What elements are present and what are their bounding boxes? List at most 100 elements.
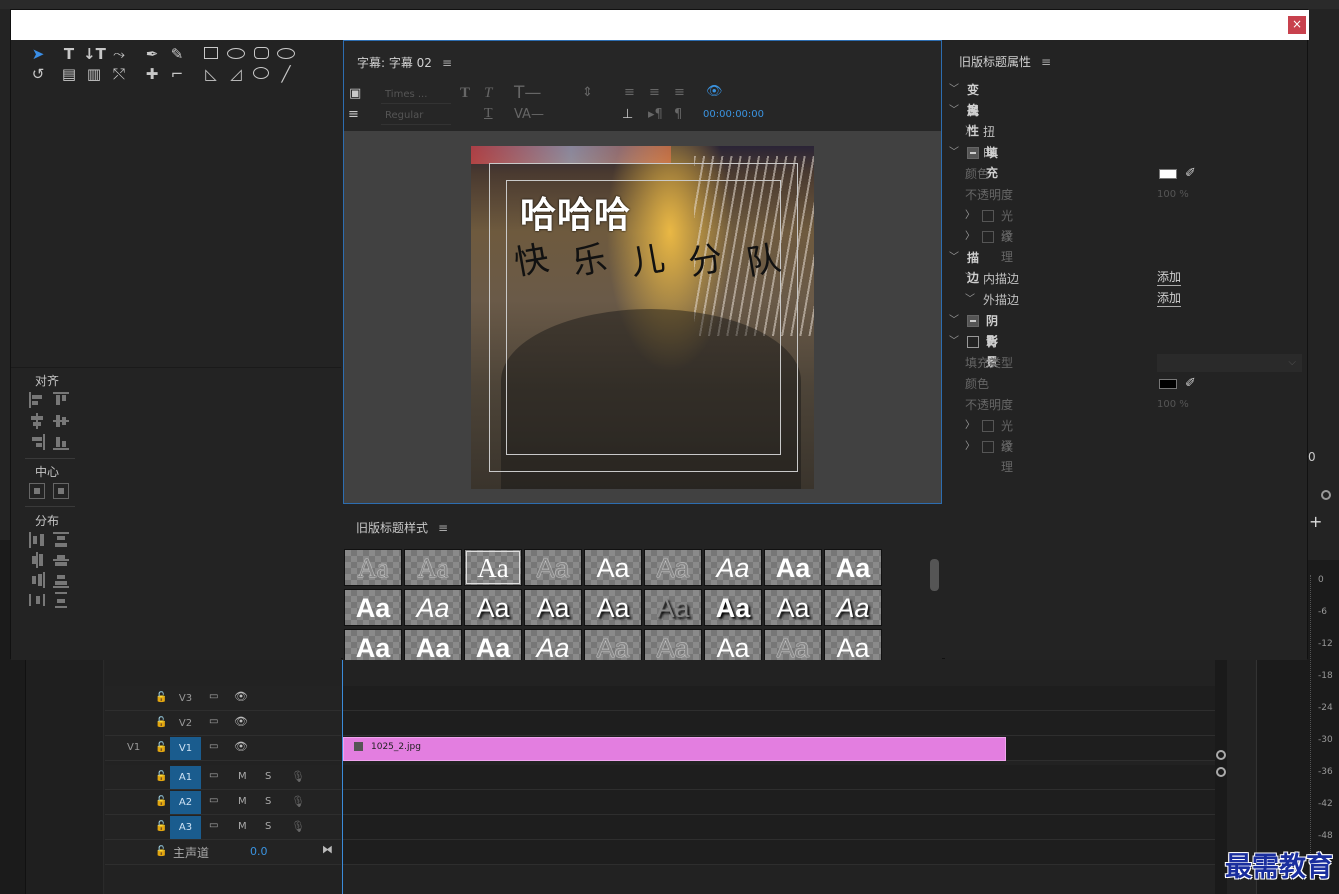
track-lane-v2[interactable] bbox=[342, 711, 1215, 736]
rotation-tool-icon[interactable]: ↺ bbox=[27, 64, 49, 84]
distribute-bottom-icon[interactable] bbox=[53, 572, 69, 588]
style-swatch[interactable]: Aa bbox=[344, 589, 402, 626]
style-swatch[interactable]: Aa bbox=[524, 589, 582, 626]
italic-icon[interactable]: T bbox=[484, 85, 492, 102]
lock-icon[interactable]: 🔓 bbox=[155, 796, 167, 807]
rounded-rect-tool-icon[interactable] bbox=[225, 44, 247, 64]
style-swatch[interactable]: Aa bbox=[464, 589, 522, 626]
bowtie-icon[interactable]: ⧓ bbox=[322, 843, 333, 856]
style-swatch[interactable]: Aa bbox=[344, 549, 402, 586]
align-left-text-icon[interactable]: ≡ bbox=[624, 85, 635, 100]
distribute-v-center-icon[interactable] bbox=[53, 552, 69, 568]
eye-icon[interactable]: 👁 bbox=[234, 740, 248, 753]
align-bottom-icon[interactable] bbox=[53, 434, 69, 450]
center-vertical-icon[interactable] bbox=[53, 483, 69, 499]
eye-icon[interactable]: 👁 bbox=[234, 690, 248, 703]
style-swatch[interactable]: Aa bbox=[524, 629, 582, 660]
align-right-text-icon[interactable]: ≡ bbox=[674, 85, 685, 100]
background-video-icon[interactable]: ▣ bbox=[349, 86, 361, 101]
track-lane-master[interactable] bbox=[342, 840, 1215, 865]
style-swatch[interactable]: Aa bbox=[524, 549, 582, 586]
distribute-top-icon[interactable] bbox=[53, 532, 69, 548]
lock-icon[interactable]: 🔓 bbox=[155, 821, 167, 832]
clipped-rect-tool-icon[interactable] bbox=[250, 44, 272, 64]
align-top-icon[interactable] bbox=[53, 392, 69, 408]
style-swatch[interactable]: Aa bbox=[404, 549, 462, 586]
style-swatch[interactable]: Aa bbox=[644, 549, 702, 586]
style-swatch[interactable]: Aa bbox=[464, 549, 522, 586]
style-swatch[interactable]: Aa bbox=[764, 589, 822, 626]
lock-icon[interactable]: 🔓 bbox=[155, 717, 167, 728]
properties-tab[interactable]: 旧版标题属性 ≡ bbox=[959, 53, 1051, 70]
ruler-icon[interactable]: ⊥ bbox=[622, 107, 633, 122]
designer-tab[interactable]: 字幕: 字幕 02 ≡ bbox=[357, 54, 452, 71]
style-swatch[interactable]: Aa bbox=[584, 549, 642, 586]
track-lane-a2[interactable] bbox=[342, 790, 1215, 815]
track-target[interactable]: A1 bbox=[170, 766, 201, 789]
style-swatch[interactable]: Aa bbox=[824, 549, 882, 586]
lock-icon[interactable]: 🔓 bbox=[155, 846, 167, 857]
menu-icon[interactable]: ≡ bbox=[1041, 55, 1051, 69]
path-type-tool-icon[interactable]: ⤳ bbox=[108, 44, 130, 64]
source-patch[interactable]: V1 bbox=[127, 742, 140, 753]
distribute-h-center-icon[interactable] bbox=[29, 552, 45, 568]
distribute-h-even-icon[interactable] bbox=[29, 592, 45, 608]
menu-icon[interactable]: ≡ bbox=[442, 56, 452, 70]
prop-inner-stroke[interactable]: ﹀ 内描边 添加 bbox=[945, 269, 1307, 289]
playhead[interactable] bbox=[342, 660, 343, 894]
roll-crawl-icon[interactable]: ▸¶ bbox=[648, 107, 663, 122]
bg-opacity-value[interactable]: 100 % bbox=[1157, 395, 1189, 415]
title-text-main[interactable]: 哈哈哈 bbox=[520, 186, 631, 238]
lock-icon[interactable]: 🔓 bbox=[155, 692, 167, 703]
font-style-select[interactable]: Regular bbox=[381, 107, 451, 125]
lock-icon[interactable]: 🔓 bbox=[155, 742, 167, 753]
mute-button[interactable]: M bbox=[238, 771, 247, 782]
style-swatch[interactable]: Aa bbox=[344, 629, 402, 660]
mic-icon[interactable]: 🎙 bbox=[291, 770, 305, 783]
close-button[interactable]: × bbox=[1288, 16, 1306, 34]
mic-icon[interactable]: 🎙 bbox=[291, 820, 305, 833]
style-swatch[interactable]: Aa bbox=[584, 589, 642, 626]
style-swatch[interactable]: Aa bbox=[644, 589, 702, 626]
vertical-path-type-icon[interactable]: ⤲ bbox=[108, 64, 130, 84]
menu-icon[interactable]: ≡ bbox=[438, 521, 448, 535]
style-swatch[interactable]: Aa bbox=[704, 589, 762, 626]
add-outer-stroke-link[interactable]: 添加 bbox=[1157, 290, 1182, 307]
vertical-type-tool-icon[interactable]: ↓T bbox=[83, 44, 106, 64]
align-h-center-icon[interactable] bbox=[29, 413, 45, 429]
prop-outer-stroke[interactable]: ﹀ 外描边 添加 bbox=[945, 290, 1307, 310]
fill-opacity-value[interactable]: 100 % bbox=[1157, 185, 1189, 205]
eyedropper-icon[interactable]: ✐ bbox=[1185, 374, 1196, 394]
track-target[interactable]: V2 bbox=[170, 712, 201, 735]
align-left-icon[interactable] bbox=[29, 392, 45, 408]
kerning-icon[interactable]: VA— bbox=[514, 107, 544, 122]
track-target[interactable]: V3 bbox=[170, 687, 201, 710]
rectangle-tool-icon[interactable] bbox=[200, 44, 222, 64]
title-canvas[interactable]: 哈哈哈 快乐儿分队 bbox=[344, 131, 941, 503]
eyedropper-icon[interactable]: ✐ bbox=[1185, 164, 1196, 184]
pen-tool-icon[interactable]: ✒ bbox=[141, 44, 163, 64]
track-target[interactable]: V1 bbox=[170, 737, 201, 760]
distribute-right-icon[interactable] bbox=[29, 572, 45, 588]
rounded-corner-tool-icon[interactable] bbox=[275, 44, 297, 64]
distribute-v-even-icon[interactable] bbox=[53, 592, 69, 608]
sync-lock-icon[interactable]: ▭ bbox=[209, 770, 218, 781]
mic-icon[interactable]: 🎙 bbox=[291, 795, 305, 808]
delete-anchor-icon[interactable]: ✎ bbox=[166, 44, 188, 64]
center-horizontal-icon[interactable] bbox=[29, 483, 45, 499]
underline-icon[interactable]: T bbox=[484, 106, 493, 122]
wedge-tool-icon[interactable]: ◺ bbox=[200, 64, 222, 84]
style-swatch[interactable]: Aa bbox=[464, 629, 522, 660]
master-volume[interactable]: 0.0 bbox=[250, 845, 268, 858]
bold-icon[interactable]: T bbox=[460, 85, 470, 102]
style-swatch[interactable]: Aa bbox=[404, 589, 462, 626]
convert-anchor-icon[interactable]: ⌐ bbox=[166, 64, 188, 84]
lock-icon[interactable]: 🔓 bbox=[155, 771, 167, 782]
style-swatch[interactable]: Aa bbox=[704, 629, 762, 660]
mute-button[interactable]: M bbox=[238, 796, 247, 807]
fill-type-select[interactable]: ⌵ bbox=[1157, 354, 1302, 372]
leading-icon[interactable]: ⇕ bbox=[582, 85, 593, 100]
style-swatch[interactable]: Aa bbox=[704, 549, 762, 586]
type-tool-icon[interactable]: T bbox=[58, 44, 80, 64]
add-inner-stroke-link[interactable]: 添加 bbox=[1157, 269, 1182, 286]
